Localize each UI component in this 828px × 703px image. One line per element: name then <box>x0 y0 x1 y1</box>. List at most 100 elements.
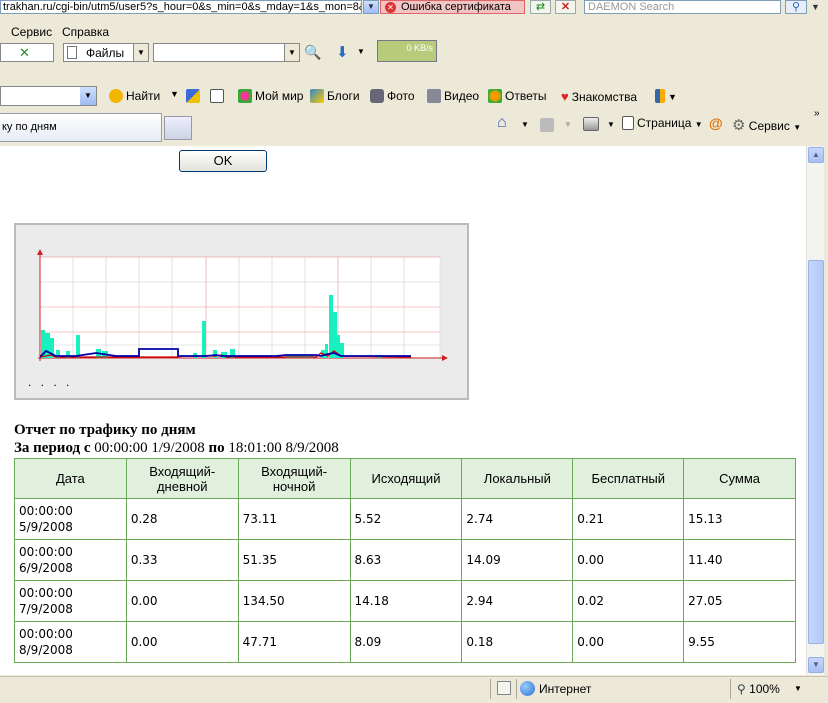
pencil-button[interactable] <box>186 89 203 103</box>
page-menu-button[interactable]: Страница ▼ <box>622 116 703 130</box>
traffic-table: Дата Входящий-дневной Входящий-ночной Ис… <box>14 458 796 663</box>
page-content: OK . . . . Отчет по трафику по дням За п… <box>0 146 806 675</box>
find-dropdown-icon[interactable]: ▼ <box>170 89 179 99</box>
find-button[interactable]: Найти <box>109 89 160 103</box>
certificate-error-badge[interactable]: ✕ Ошибка сертификата <box>380 0 525 14</box>
answers-label: Ответы <box>505 89 547 103</box>
myworld-button[interactable]: Мой мир <box>238 89 303 103</box>
download-dropdown-icon[interactable]: ▼ <box>357 47 365 56</box>
service-menu-button[interactable]: ⚙ Сервис ▼ <box>732 116 801 134</box>
toolbar-button-left[interactable]: ✕ <box>0 43 54 62</box>
menu-help[interactable]: Справка <box>62 25 109 39</box>
search-go-button[interactable]: ⚲ <box>785 0 807 14</box>
speed-meter: 0 KB/s <box>377 40 437 62</box>
cell-in-night: 134.50 <box>237 580 351 622</box>
toolbar-search-field[interactable]: ▼ <box>153 43 300 62</box>
scroll-up-icon[interactable]: ▲ <box>808 147 824 163</box>
tools-dropdown-icon: ▼ <box>668 92 677 102</box>
zoom-level: 100% <box>749 682 780 696</box>
zoom-control[interactable]: ⚲ 100% <box>737 682 780 696</box>
dating-button[interactable]: ♥ Знакомства <box>561 89 637 104</box>
search-options-icon[interactable]: ▼ <box>811 2 820 12</box>
stop-button[interactable]: ✕ <box>555 0 576 14</box>
blogs-button[interactable]: Блоги <box>310 89 360 103</box>
home-icon[interactable]: ⌂ <box>497 114 507 132</box>
myworld-label: Мой мир <box>255 89 304 103</box>
col-local: Локальный <box>461 458 574 499</box>
files-label: Файлы <box>86 46 125 60</box>
cell-date: 00:00:00 6/9/2008 <box>14 539 127 581</box>
status-page-icon <box>497 681 511 695</box>
address-input[interactable]: trakhan.ru/cgi-bin/utm5/user5?s_hour=0&s… <box>0 0 362 14</box>
pencil-icon <box>186 89 200 103</box>
photo-button[interactable]: Фото <box>370 89 415 103</box>
answers-button[interactable]: Ответы <box>488 89 546 103</box>
cell-sum: 15.13 <box>683 498 796 540</box>
page-menu-dropdown-icon: ▼ <box>694 120 703 129</box>
status-bar <box>0 676 828 703</box>
cell-local: 0.18 <box>461 621 574 663</box>
chart-x-arrow <box>442 355 448 361</box>
print-dropdown-icon[interactable]: ▼ <box>607 120 615 129</box>
vertical-scrollbar[interactable]: ▲ ▼ <box>806 146 824 675</box>
cell-date: 00:00:00 5/9/2008 <box>14 498 127 540</box>
col-sum: Сумма <box>683 458 796 499</box>
zoom-icon: ⚲ <box>737 682 746 696</box>
page-icon <box>210 89 224 103</box>
new-tab-button[interactable] <box>164 116 192 140</box>
ok-button[interactable]: OK <box>179 150 267 172</box>
menu-service[interactable]: Сервис <box>11 25 52 39</box>
period-to-label: по <box>208 440 225 456</box>
table-row: 00:00:00 8/9/2008 0.00 47.71 8.09 0.18 0… <box>14 621 796 663</box>
cell-outgoing: 8.09 <box>349 621 463 663</box>
col-in-day: Входящий-дневной <box>125 458 239 499</box>
rss-dropdown-icon[interactable]: ▼ <box>564 120 572 129</box>
rss-icon[interactable] <box>540 118 554 132</box>
photo-label: Фото <box>387 89 415 103</box>
cell-sum: 27.05 <box>683 580 796 622</box>
cert-error-icon: ✕ <box>385 2 396 13</box>
search-input[interactable]: DAEMON Search <box>584 0 781 14</box>
cell-sum: 9.55 <box>683 621 796 663</box>
download-icon[interactable]: ⬇ <box>336 43 349 61</box>
table-row: 00:00:00 6/9/2008 0.33 51.35 8.63 14.09 … <box>14 539 796 581</box>
cell-in-night: 73.11 <box>237 498 351 540</box>
files-select[interactable]: Файлы ▼ <box>63 43 149 62</box>
status-divider <box>516 679 517 699</box>
chart-dots: . . . . <box>28 375 73 389</box>
scroll-thumb[interactable] <box>808 260 824 644</box>
status-divider <box>490 679 491 699</box>
print-icon[interactable] <box>583 117 599 131</box>
cell-local: 2.74 <box>461 498 574 540</box>
page-menu-label: Страница <box>637 116 692 130</box>
cell-free: 0.00 <box>572 539 685 581</box>
cell-local: 14.09 <box>461 539 574 581</box>
tools-icon <box>655 89 665 103</box>
blogs-label: Блоги <box>327 89 360 103</box>
toolbar-overflow-icon[interactable]: » <box>814 108 820 119</box>
video-button[interactable]: Видео <box>427 89 479 103</box>
cell-in-day: 0.00 <box>125 580 239 622</box>
col-free: Бесплатный <box>572 458 685 499</box>
answers-icon <box>488 89 502 103</box>
camera-icon <box>370 89 384 103</box>
toolbar2-input[interactable]: ▼ <box>0 86 97 106</box>
zoom-dropdown-icon[interactable]: ▼ <box>794 684 802 693</box>
period-label: За период с <box>14 440 91 456</box>
page-view-button[interactable] <box>210 89 227 103</box>
cell-date: 00:00:00 7/9/2008 <box>14 580 127 622</box>
at-icon[interactable]: @ <box>709 115 723 131</box>
service-menu-label: Сервис <box>748 119 790 133</box>
cell-in-day: 0.28 <box>125 498 239 540</box>
scroll-down-icon[interactable]: ▼ <box>808 657 824 673</box>
refresh-button[interactable]: ⇄ <box>530 0 551 14</box>
period-to: 18:01:00 8/9/2008 <box>228 440 339 456</box>
tools-button[interactable]: ▼ <box>655 89 677 103</box>
home-dropdown-icon[interactable]: ▼ <box>521 120 529 129</box>
cell-local: 2.94 <box>461 580 574 622</box>
tab-current[interactable]: ку по дням <box>0 113 162 142</box>
gear-icon: ⚙ <box>732 117 746 134</box>
cell-free: 0.02 <box>572 580 685 622</box>
toolbar-search-icon[interactable]: 🔍 <box>304 44 321 61</box>
address-dropdown-button[interactable]: ▼ <box>363 0 379 14</box>
